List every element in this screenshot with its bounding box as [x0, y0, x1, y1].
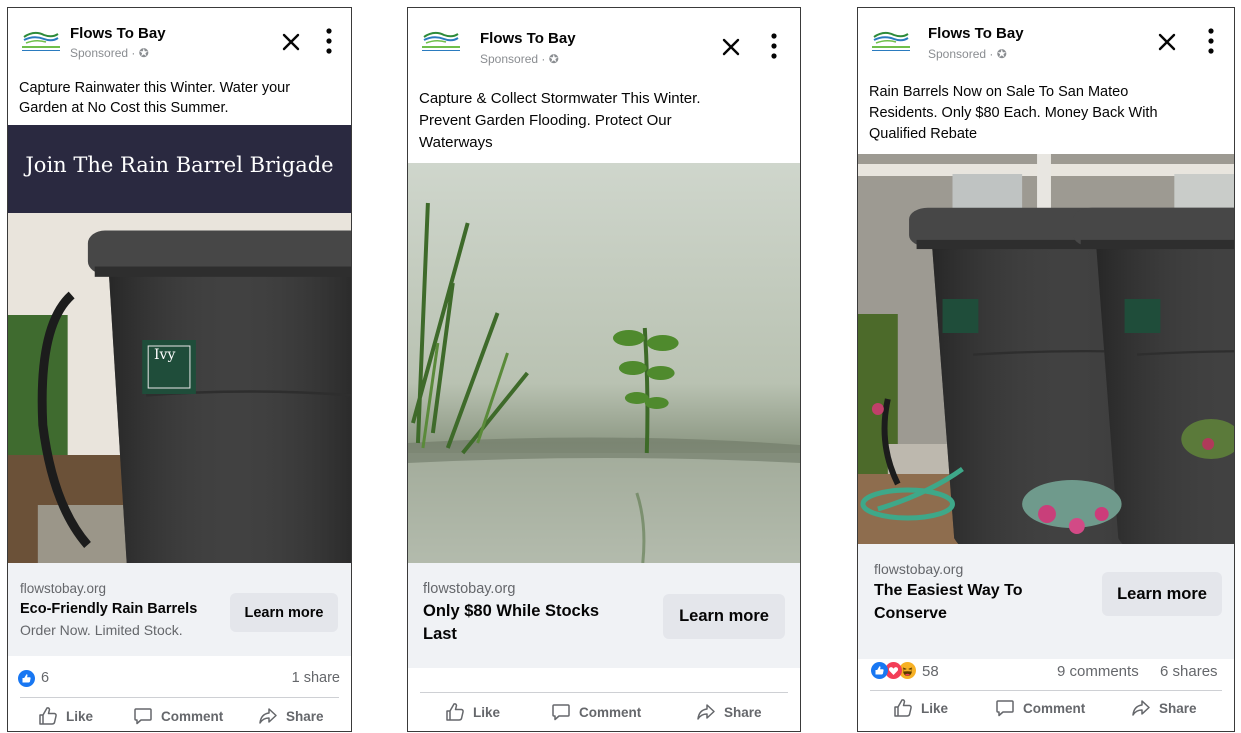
- action-bar: Like Comment Share: [858, 693, 1234, 727]
- caption-line: Residents. Only $80 Each. Money Back Wit…: [869, 105, 1158, 121]
- reaction-count[interactable]: 6: [41, 670, 49, 686]
- divider: [870, 690, 1222, 691]
- learn-more-button[interactable]: Learn more: [663, 594, 785, 639]
- close-icon[interactable]: [1155, 30, 1179, 54]
- ad-headline: Only $80 While Stocks Last: [423, 600, 599, 646]
- flows-to-bay-logo[interactable]: [418, 26, 464, 56]
- sponsored-label: Sponsored · ✪: [70, 46, 149, 60]
- more-options-icon[interactable]: [767, 31, 781, 61]
- share-count[interactable]: 1 share: [292, 670, 340, 686]
- learn-more-button[interactable]: Learn more: [230, 593, 338, 632]
- learn-more-button[interactable]: Learn more: [1102, 572, 1222, 616]
- action-bar: Like Comment Share: [8, 700, 351, 732]
- comment-button[interactable]: Comment: [133, 706, 223, 726]
- comment-icon: [133, 706, 153, 726]
- cta-bar[interactable]: flowstobay.org Only $80 While Stocks Las…: [408, 563, 800, 668]
- share-icon: [696, 702, 716, 722]
- divider: [20, 697, 339, 698]
- caption-line: Capture Rainwater this Winter. Water you…: [19, 80, 291, 96]
- share-icon: [258, 706, 278, 726]
- ad-image-two-rain-barrels[interactable]: [858, 154, 1234, 544]
- reaction-count[interactable]: 58: [922, 663, 939, 680]
- ad-headline: Eco-Friendly Rain Barrels: [20, 601, 198, 617]
- share-button[interactable]: Share: [258, 706, 324, 726]
- caption-line: Prevent Garden Flooding. Protect Our: [419, 112, 672, 129]
- page-name[interactable]: Flows To Bay: [928, 25, 1024, 42]
- action-bar: Like Comment Share: [408, 696, 800, 730]
- ad-card-2: Flows To Bay Sponsored · ✪ Capture & Col…: [407, 7, 801, 732]
- ad-card-3: Flows To Bay Sponsored · ✪ Rain Barrels …: [857, 7, 1235, 732]
- flows-to-bay-logo[interactable]: [868, 26, 914, 56]
- like-button[interactable]: Like: [38, 706, 93, 726]
- barrel-brand-label: Ivy: [154, 347, 176, 363]
- ad-image-rain-barrel[interactable]: Join The Rain Barrel Brigade Ivy: [8, 125, 351, 563]
- banner-title: Join The Rain Barrel Brigade: [25, 153, 334, 177]
- ad-domain: flowstobay.org: [423, 581, 516, 597]
- ad-header: Flows To Bay Sponsored · ✪: [408, 8, 800, 74]
- more-options-icon[interactable]: [1204, 26, 1218, 56]
- caption-line: Waterways: [419, 134, 493, 151]
- like-reaction-icon[interactable]: [18, 670, 35, 687]
- ad-header: Flows To Bay Sponsored · ✪: [8, 8, 351, 74]
- comment-icon: [995, 698, 1015, 718]
- sponsored-label: Sponsored · ✪: [928, 47, 1007, 61]
- sponsored-label: Sponsored · ✪: [480, 52, 559, 66]
- share-button[interactable]: Share: [696, 702, 762, 722]
- comment-button[interactable]: Comment: [995, 698, 1085, 718]
- ad-image-rain-sprout[interactable]: [408, 163, 800, 563]
- ad-header: Flows To Bay Sponsored · ✪: [858, 8, 1234, 74]
- comment-button[interactable]: Comment: [551, 702, 641, 722]
- close-icon[interactable]: [719, 35, 743, 59]
- cta-bar[interactable]: flowstobay.org Eco-Friendly Rain Barrels…: [8, 563, 351, 656]
- share-button[interactable]: Share: [1131, 698, 1197, 718]
- engagement-stats: 58 9 comments 6 shares: [858, 658, 1234, 694]
- headline-line: Last: [423, 625, 457, 643]
- page-name[interactable]: Flows To Bay: [480, 30, 576, 47]
- like-button[interactable]: Like: [445, 702, 500, 722]
- cta-bar[interactable]: flowstobay.org The Easiest Way To Conser…: [858, 544, 1234, 659]
- ad-caption: Capture Rainwater this Winter. Water you…: [19, 78, 290, 118]
- like-icon: [893, 698, 913, 718]
- ad-domain: flowstobay.org: [874, 561, 964, 577]
- more-options-icon[interactable]: [322, 26, 336, 56]
- like-reaction-icon[interactable]: [871, 662, 888, 679]
- ad-card-1: Flows To Bay Sponsored · ✪ Capture Rainw…: [7, 7, 352, 732]
- share-count[interactable]: 6 shares: [1160, 663, 1218, 680]
- ad-domain: flowstobay.org: [20, 581, 107, 596]
- like-icon: [445, 702, 465, 722]
- ad-headline: The Easiest Way To Conserve: [874, 579, 1022, 625]
- caption-line: Capture & Collect Stormwater This Winter…: [419, 90, 701, 107]
- close-icon[interactable]: [279, 30, 303, 54]
- headline-line: Only $80 While Stocks: [423, 602, 600, 620]
- like-icon: [38, 706, 58, 726]
- comment-count[interactable]: 9 comments: [1057, 663, 1139, 680]
- page-name[interactable]: Flows To Bay: [70, 25, 166, 42]
- caption-line: Rain Barrels Now on Sale To San Mateo: [869, 84, 1129, 100]
- caption-line: Garden at No Cost this Summer.: [19, 100, 229, 116]
- engagement-stats: 6 1 share: [8, 662, 351, 698]
- caption-line: Qualified Rebate: [869, 126, 978, 142]
- flows-to-bay-logo[interactable]: [18, 26, 64, 56]
- share-icon: [1131, 698, 1151, 718]
- divider: [420, 692, 788, 693]
- ad-caption: Rain Barrels Now on Sale To San Mateo Re…: [869, 82, 1158, 145]
- headline-line: The Easiest Way To: [874, 582, 1023, 599]
- comment-icon: [551, 702, 571, 722]
- like-button[interactable]: Like: [893, 698, 948, 718]
- ad-subline: Order Now. Limited Stock.: [20, 622, 183, 638]
- headline-line: Conserve: [874, 605, 947, 622]
- ad-caption: Capture & Collect Stormwater This Winter…: [419, 88, 700, 154]
